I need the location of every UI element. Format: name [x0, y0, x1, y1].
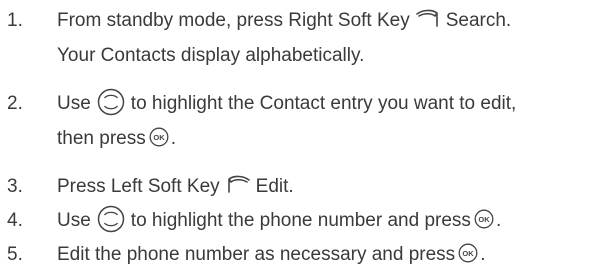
step-line: Use to highlight the phone number and pre…: [57, 203, 602, 238]
step-text-segment: .: [495, 210, 502, 231]
nav-key-icon: [97, 88, 125, 116]
ok-key-icon: OK: [474, 209, 494, 229]
step-line: then press OK.: [57, 121, 602, 156]
step-text-segment: From standby mode, press Right Soft Key: [57, 10, 410, 31]
step-line: Your Contacts display alphabetically.: [57, 45, 365, 66]
svg-text:OK: OK: [478, 215, 490, 224]
step-text-segment: Use: [57, 93, 91, 114]
step-text-segment: Edit.: [255, 176, 294, 197]
step-text-segment: Use: [57, 210, 91, 231]
step-text-segment: then press: [57, 128, 146, 149]
step-text-segment: to highlight the phone number and press: [130, 210, 471, 231]
ok-key-icon: OK: [458, 243, 478, 263]
ok-key-icon: OK: [149, 127, 169, 147]
step-text-segment: Search.: [445, 10, 512, 31]
step-line: From standby mode, press Right Soft Key S…: [57, 3, 602, 38]
step-number: 2.: [7, 93, 23, 114]
step-text: Use to highlight the phone number and pre…: [57, 203, 602, 238]
step-text: Press Left Soft Key Edit.: [57, 169, 602, 204]
step-text-segment: .: [480, 244, 486, 265]
step-text-segment: to highlight the Contact entry you want …: [130, 93, 517, 114]
svg-text:OK: OK: [463, 249, 475, 258]
step-text-segment: .: [170, 128, 177, 149]
step-number: 4.: [7, 210, 23, 231]
step-text-segment: Press Left Soft Key: [57, 176, 220, 197]
step-number: 3.: [7, 176, 23, 197]
step-number: 5.: [7, 244, 23, 265]
nav-key-icon: [97, 205, 125, 233]
step-line: Press Left Soft Key Edit.: [57, 169, 602, 204]
step-text-segment: Edit the phone number as necessary and p…: [57, 244, 456, 265]
step-text: Edit the phone number as necessary and p…: [57, 237, 602, 272]
step-text: Use to highlight the Contact entry you wa…: [57, 86, 602, 156]
step-number: 1.: [7, 10, 23, 31]
step-text: From standby mode, press Right Soft Key S…: [57, 3, 602, 73]
left-soft-key-icon: [225, 174, 251, 194]
right-soft-key-icon: [415, 8, 441, 28]
step-line: Edit the phone number as necessary and p…: [57, 237, 602, 272]
step-line: Use to highlight the Contact entry you wa…: [57, 86, 602, 121]
svg-text:OK: OK: [153, 133, 165, 142]
